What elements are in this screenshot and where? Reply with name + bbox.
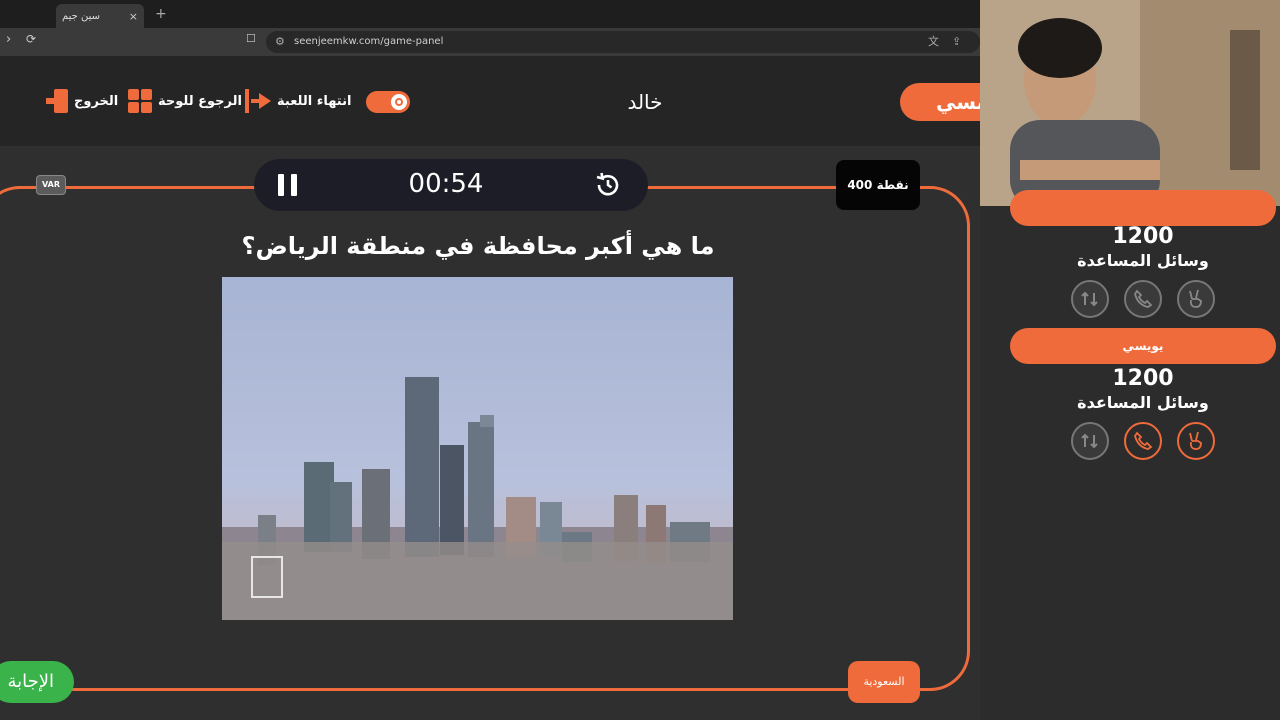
var-button[interactable]: VAR <box>36 175 66 195</box>
phone-icon <box>1134 289 1153 308</box>
team-2-call-aid[interactable] <box>1124 422 1162 460</box>
team-2-swap-aid[interactable] <box>1071 422 1109 460</box>
swap-icon <box>1081 433 1098 449</box>
translate-icon[interactable]: 文 <box>928 31 939 53</box>
team-1-call-aid[interactable] <box>1124 280 1162 318</box>
settings-toggle[interactable] <box>366 91 410 113</box>
swap-icon <box>1081 291 1098 307</box>
team-1-score: 1200 <box>1112 224 1174 249</box>
reset-timer-icon[interactable] <box>594 171 622 199</box>
riyadh-skyline-image <box>222 277 733 620</box>
country-badge: السعودية <box>848 661 920 703</box>
end-game-label: انتهاء اللعبة <box>277 93 352 109</box>
team-1-name-pill <box>1010 190 1276 226</box>
toggle-knob-icon <box>391 94 407 110</box>
team-2-hand-aid[interactable] <box>1177 422 1215 460</box>
points-badge: 400 نقطة <box>836 160 920 210</box>
exit-button[interactable]: الخروج <box>46 88 118 114</box>
browser-tabbar: سين جيم × + <box>0 0 980 28</box>
answer-button[interactable]: الإجابة <box>0 661 74 703</box>
forward-icon[interactable]: › <box>6 32 11 47</box>
current-team-name: خالد <box>627 90 663 114</box>
team-2-aids-label: وسائل المساعدة <box>1077 393 1209 412</box>
back-to-board-button[interactable]: الرجوع للوحة <box>128 88 242 114</box>
pause-icon[interactable] <box>278 174 298 196</box>
exit-icon <box>46 89 68 113</box>
team-1-swap-aid[interactable] <box>1071 280 1109 318</box>
browser-tab[interactable]: سين جيم × <box>56 4 144 28</box>
question-image <box>222 277 733 620</box>
game-header: الخروج الرجوع للوحة انتهاء اللعبة خالد ي… <box>0 56 990 146</box>
timer-bar: 00:54 <box>254 159 648 211</box>
share-icon[interactable]: ⇪ <box>952 31 961 53</box>
peace-hand-icon <box>1189 431 1202 450</box>
peace-hand-icon <box>1189 289 1202 308</box>
url-field[interactable]: ⚙ seenjeemkw.com/game-panel 文 ⇪ <box>266 31 980 53</box>
phone-icon <box>1134 431 1153 450</box>
team-1-aids-label: وسائل المساعدة <box>1077 251 1209 270</box>
site-settings-icon[interactable]: ⚙ <box>275 31 285 53</box>
new-tab-icon[interactable]: + <box>155 6 167 22</box>
bookmark-icon[interactable]: ☐ <box>246 32 256 45</box>
end-arrow-icon <box>245 89 271 113</box>
browser-addressbar: › ⟳ ☐ ⚙ seenjeemkw.com/game-panel 文 ⇪ <box>0 28 980 56</box>
board-grid-icon <box>128 89 152 113</box>
team-2-name-pill: يويسي <box>1010 328 1276 364</box>
browser-tab-title: سين جيم <box>62 10 101 22</box>
team-2-score: 1200 <box>1112 366 1174 391</box>
reload-icon[interactable]: ⟳ <box>26 32 36 46</box>
active-team-pill: يبسي <box>900 83 990 121</box>
exit-label: الخروج <box>74 93 119 109</box>
back-to-board-label: الرجوع للوحة <box>158 93 242 109</box>
question-text: ما هي أكبر محافظة في منطقة الرياض؟ <box>241 232 715 260</box>
end-game-button[interactable]: انتهاء اللعبة <box>245 88 351 114</box>
tab-close-icon[interactable]: × <box>129 10 138 23</box>
url-text: seenjeemkw.com/game-panel <box>294 36 444 47</box>
webcam-overlay <box>980 0 1280 206</box>
timer-display: 00:54 <box>408 169 484 199</box>
team-1-hand-aid[interactable] <box>1177 280 1215 318</box>
